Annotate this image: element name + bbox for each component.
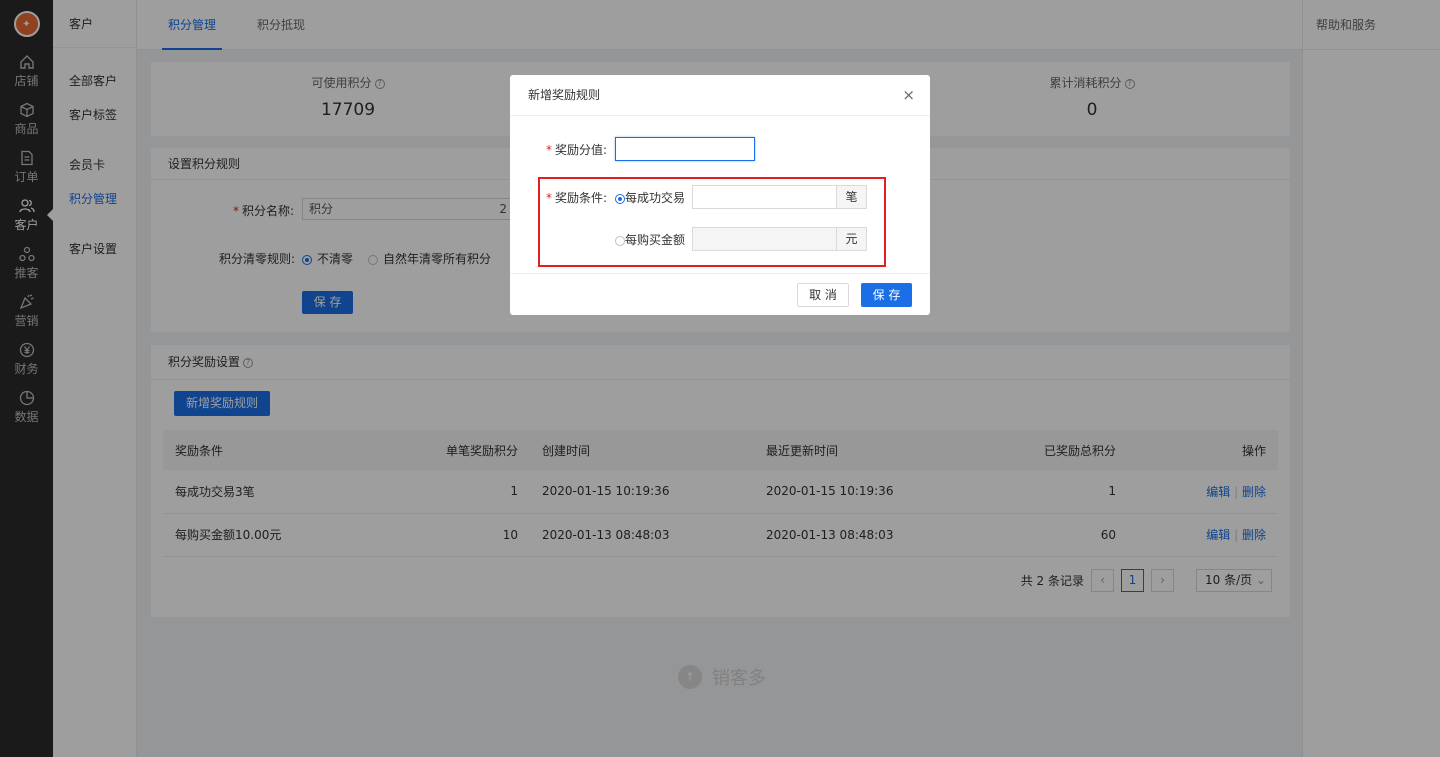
trade-unit-addon: 笔 [836,185,867,209]
points-value-input[interactable] [615,137,755,161]
cancel-button[interactable]: 取 消 [797,283,849,307]
dialog-footer: 取 消 保 存 [510,273,930,315]
add-reward-rule-dialog: 新增奖励规则 × * 奖励分值: * 奖励条件: 每成功交易 笔 每购买金额 元 取… [510,75,930,315]
amount-input[interactable] [692,227,837,251]
close-icon[interactable]: × [902,75,915,116]
option-per-trade[interactable]: 每成功交易 [615,189,685,206]
dialog-header: 新增奖励规则 × [510,75,930,116]
radio-icon [615,193,625,204]
radio-icon [615,235,625,246]
dialog-title: 新增奖励规则 [528,88,601,102]
trade-count-input[interactable] [692,185,837,209]
amount-unit-addon: 元 [836,227,867,251]
points-value-label: * 奖励分值: [546,143,608,157]
save-button[interactable]: 保 存 [861,283,912,307]
option-per-amount[interactable]: 每购买金额 [615,231,685,248]
reward-condition-label: * 奖励条件: [546,191,608,205]
